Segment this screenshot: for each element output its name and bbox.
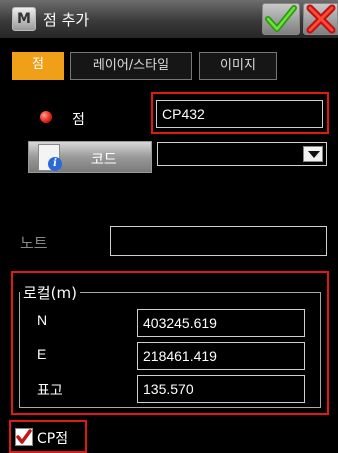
code-button[interactable]: i 코드 — [28, 141, 152, 173]
code-button-label: 코드 — [91, 152, 117, 168]
ok-button[interactable] — [262, 3, 300, 35]
local-group-title: 로컬(m) — [20, 282, 80, 303]
point-label: 점 — [72, 112, 85, 128]
east-label: E — [37, 346, 47, 362]
north-input[interactable]: 403245.619 — [137, 309, 305, 337]
cancel-button[interactable] — [303, 3, 338, 35]
point-name-input[interactable]: CP432 — [156, 100, 323, 128]
cp-checkbox[interactable] — [15, 428, 33, 446]
tab-image[interactable]: 이미지 — [199, 52, 277, 80]
cp-checkbox-label[interactable]: CP점 — [37, 428, 68, 448]
note-label: 노트 — [20, 234, 48, 252]
tab-point[interactable]: 점 — [12, 52, 64, 80]
code-dropdown[interactable] — [157, 142, 327, 166]
title-bar: M 점 추가 — [0, 0, 338, 38]
tab-layer-style[interactable]: 레이어/스타일 — [70, 52, 192, 80]
window-title: 점 추가 — [43, 11, 90, 29]
red-dot-icon — [40, 111, 52, 123]
east-input[interactable]: 218461.419 — [137, 342, 305, 370]
elevation-input[interactable]: 135.570 — [137, 375, 305, 403]
checkbox-check-icon — [16, 429, 32, 444]
elevation-label: 표고 — [37, 382, 63, 398]
chevron-down-icon[interactable] — [303, 146, 323, 162]
checkmark-icon — [265, 5, 297, 32]
close-x-icon — [306, 4, 336, 34]
app-logo-icon[interactable]: M — [12, 7, 36, 31]
info-icon: i — [48, 157, 62, 171]
north-label: N — [37, 312, 48, 328]
note-input[interactable] — [110, 226, 327, 256]
